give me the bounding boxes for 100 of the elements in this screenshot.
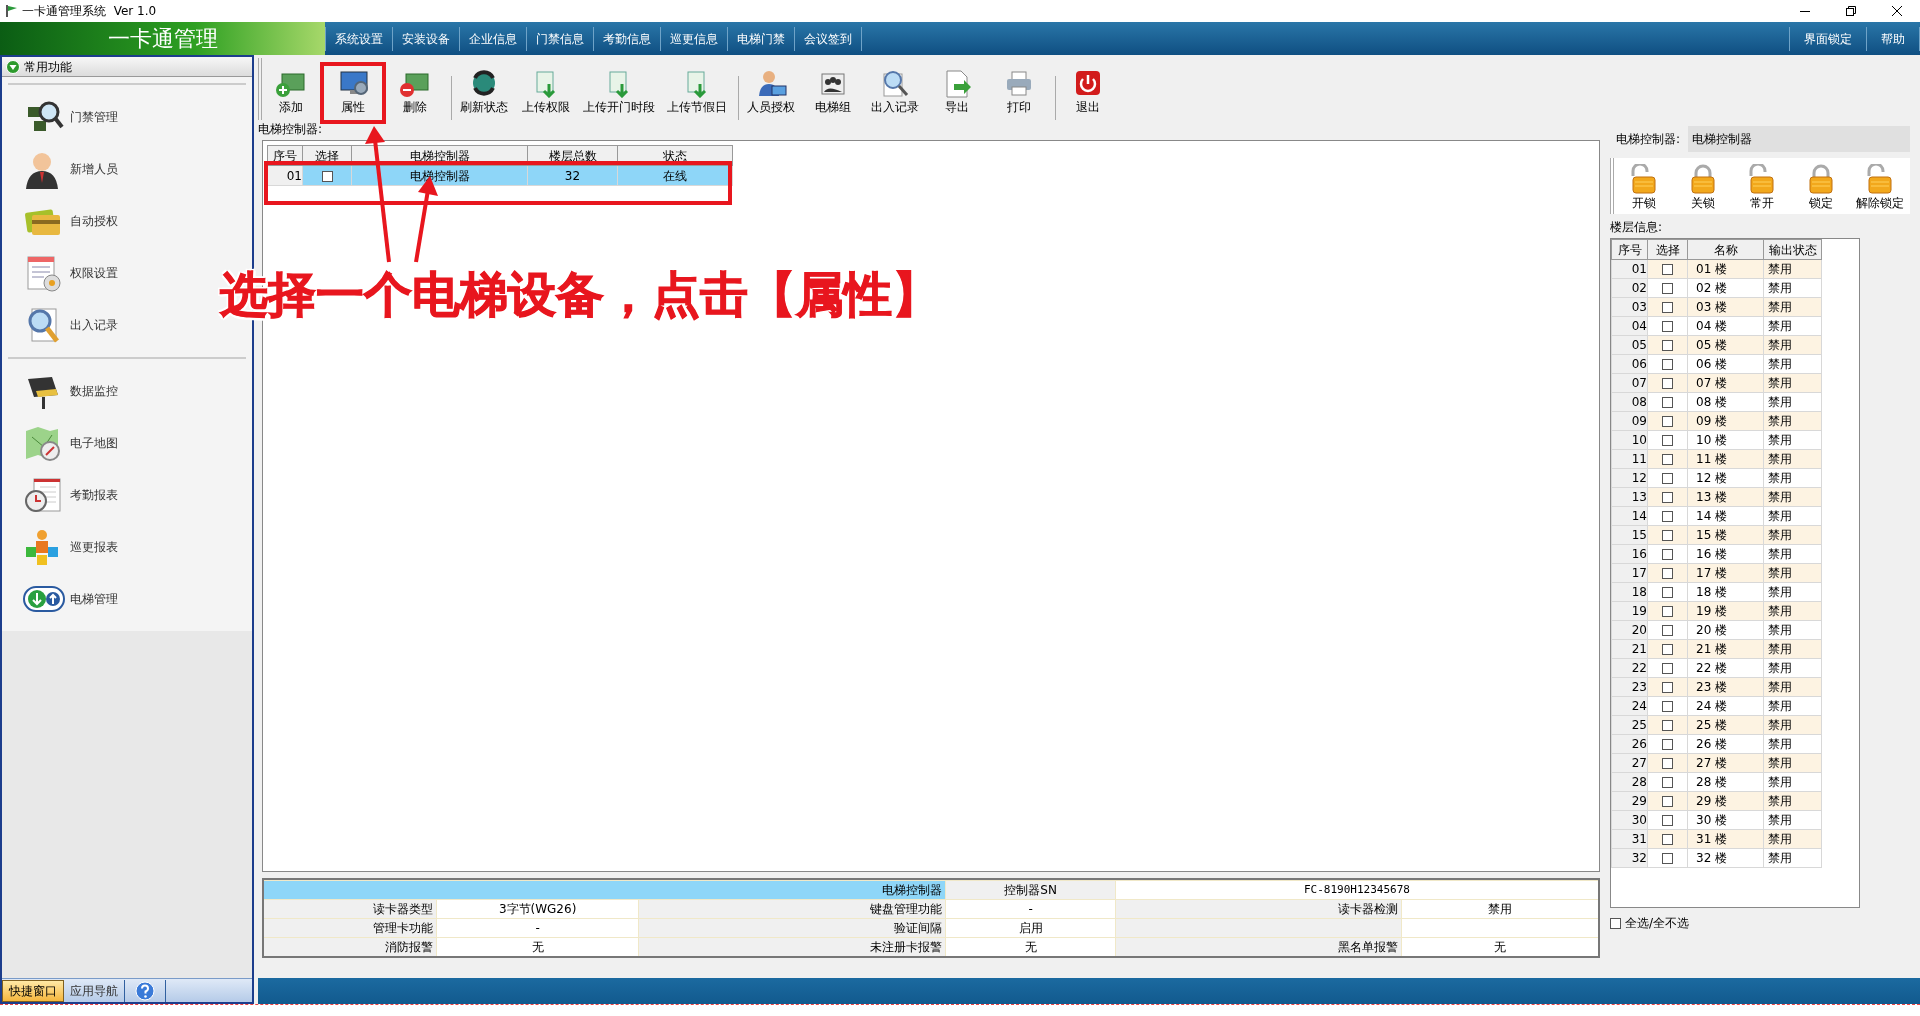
checkbox[interactable] — [1662, 264, 1673, 275]
menu-item[interactable]: 企业信息 — [460, 26, 527, 51]
lock-button[interactable]: 常开 — [1732, 164, 1792, 214]
table-cell: 04 楼 — [1687, 316, 1764, 336]
restore-icon — [1846, 6, 1856, 16]
checkbox[interactable] — [1662, 701, 1673, 712]
checkbox[interactable] — [1662, 777, 1673, 788]
checkbox[interactable] — [1662, 587, 1673, 598]
checkbox[interactable] — [1662, 644, 1673, 655]
sidebar-item[interactable]: 自动授权 — [2, 195, 252, 247]
checkbox[interactable] — [1662, 321, 1673, 332]
table-cell: 禁用 — [1763, 278, 1822, 298]
lock-button[interactable]: 开锁 — [1614, 164, 1674, 214]
sidebar-tab[interactable]: 快捷窗口 — [2, 979, 64, 1002]
sidebar-header: 常用功能 — [24, 58, 72, 76]
table-cell: 控制器SN — [945, 880, 1116, 900]
toolbar-button[interactable]: 电梯组 — [804, 66, 862, 120]
sidebar-item[interactable]: 新增人员 — [2, 143, 252, 195]
sidebar-tab[interactable]: 应用导航 — [64, 979, 125, 1002]
checkbox[interactable] — [1662, 834, 1673, 845]
checkbox[interactable] — [1662, 625, 1673, 636]
checkbox[interactable] — [1662, 492, 1673, 503]
toolbar-button[interactable]: 上传开门时段 — [579, 66, 659, 120]
toolbar-button[interactable]: 人员授权 — [742, 66, 800, 120]
checkbox[interactable] — [1662, 340, 1673, 351]
toolbar-button[interactable]: 打印 — [990, 66, 1048, 120]
lock-button[interactable]: 锁定 — [1791, 164, 1851, 214]
checkbox[interactable] — [1662, 283, 1673, 294]
toolbar-button[interactable]: 删除 — [386, 66, 444, 120]
open-padlock-icon — [1748, 164, 1776, 194]
table-cell: 禁用 — [1763, 620, 1822, 640]
table-cell: 禁用 — [1763, 430, 1822, 450]
table-cell: 08 楼 — [1687, 392, 1764, 412]
field-label: 管理卡功能 — [263, 918, 437, 938]
menu-item[interactable]: 会议签到 — [795, 26, 862, 51]
table-cell: 禁用 — [1763, 468, 1822, 488]
sidebar-item[interactable]: 门禁管理 — [2, 91, 252, 143]
table-cell: 06 楼 — [1687, 354, 1764, 374]
sidebar-item[interactable]: 考勤报表 — [2, 469, 252, 521]
toolbar-button[interactable]: 属性 — [324, 66, 382, 120]
checkbox[interactable] — [1662, 568, 1673, 579]
sidebar-item[interactable]: 巡更报表 — [2, 521, 252, 573]
toolbar-button[interactable]: 添加 — [262, 66, 320, 120]
toolbar-button[interactable]: 导出 — [928, 66, 986, 120]
checkbox[interactable] — [1662, 416, 1673, 427]
table-cell: 12 楼 — [1687, 468, 1764, 488]
lock-button[interactable]: 解除锁定 — [1850, 164, 1910, 214]
table-cell: 20 楼 — [1687, 620, 1764, 640]
toolbar-button[interactable]: 上传权限 — [517, 66, 575, 120]
checkbox[interactable] — [1662, 606, 1673, 617]
collapse-icon — [6, 59, 20, 74]
checkbox[interactable] — [1662, 815, 1673, 826]
menu-item[interactable]: 巡更信息 — [661, 26, 728, 51]
checkbox[interactable] — [1662, 758, 1673, 769]
checkbox[interactable] — [1662, 853, 1673, 864]
field-label: 读卡器类型 — [263, 899, 437, 919]
toolbar-button[interactable]: 上传节假日 — [663, 66, 731, 120]
checkbox[interactable] — [1662, 530, 1673, 541]
checkbox[interactable] — [1610, 917, 1621, 929]
sidebar-item[interactable]: 电子地图 — [2, 417, 252, 469]
menu-item[interactable]: 系统设置 — [325, 26, 393, 51]
checkbox[interactable] — [1662, 796, 1673, 807]
checkbox[interactable] — [321, 170, 333, 182]
checkbox[interactable] — [1662, 359, 1673, 370]
checkbox[interactable] — [1662, 435, 1673, 446]
toolbar-button[interactable]: 刷新状态 — [455, 66, 513, 120]
checkbox[interactable] — [1662, 511, 1673, 522]
table-cell: 30 楼 — [1687, 810, 1764, 830]
table-cell: 禁用 — [1763, 316, 1822, 336]
checkbox[interactable] — [1662, 549, 1673, 560]
checkbox[interactable] — [1662, 473, 1673, 484]
menu-item[interactable]: 电梯门禁 — [728, 26, 795, 51]
table-cell: 禁用 — [1763, 772, 1822, 792]
closed-padlock-icon — [1688, 164, 1717, 194]
table-cell: 禁用 — [1763, 544, 1822, 564]
table-cell: FC-8190H12345678 — [1115, 880, 1599, 900]
table-cell: 禁用 — [1763, 506, 1822, 526]
checkbox[interactable] — [1662, 663, 1673, 674]
checkbox[interactable] — [1662, 739, 1673, 750]
toolbar-button[interactable]: 退出 — [1059, 66, 1117, 120]
checkbox[interactable] — [1662, 302, 1673, 313]
menu-item[interactable]: 考勤信息 — [594, 26, 661, 51]
toolbar-button[interactable]: 出入记录 — [866, 66, 924, 120]
controller-field[interactable]: 电梯控制器 — [1688, 126, 1910, 152]
sidebar-item[interactable]: 电梯管理 — [2, 573, 252, 625]
menu-item[interactable]: 门禁信息 — [527, 26, 594, 51]
table-cell: 禁用 — [1763, 810, 1822, 830]
checkbox[interactable] — [1662, 454, 1673, 465]
menu-item[interactable]: 界面锁定 — [1789, 26, 1867, 51]
checkbox[interactable] — [1662, 378, 1673, 389]
field-value: 启用 — [945, 918, 1116, 938]
menu-item[interactable]: 安装设备 — [393, 26, 460, 51]
sidebar-item[interactable]: 数据监控 — [2, 365, 252, 417]
menu-item[interactable]: 帮助 — [1867, 26, 1920, 51]
table-cell: 16 楼 — [1687, 544, 1764, 564]
checkbox[interactable] — [1662, 682, 1673, 693]
table-cell: 14 楼 — [1687, 506, 1764, 526]
checkbox[interactable] — [1662, 720, 1673, 731]
checkbox[interactable] — [1662, 397, 1673, 408]
lock-button[interactable]: 关锁 — [1673, 164, 1733, 214]
